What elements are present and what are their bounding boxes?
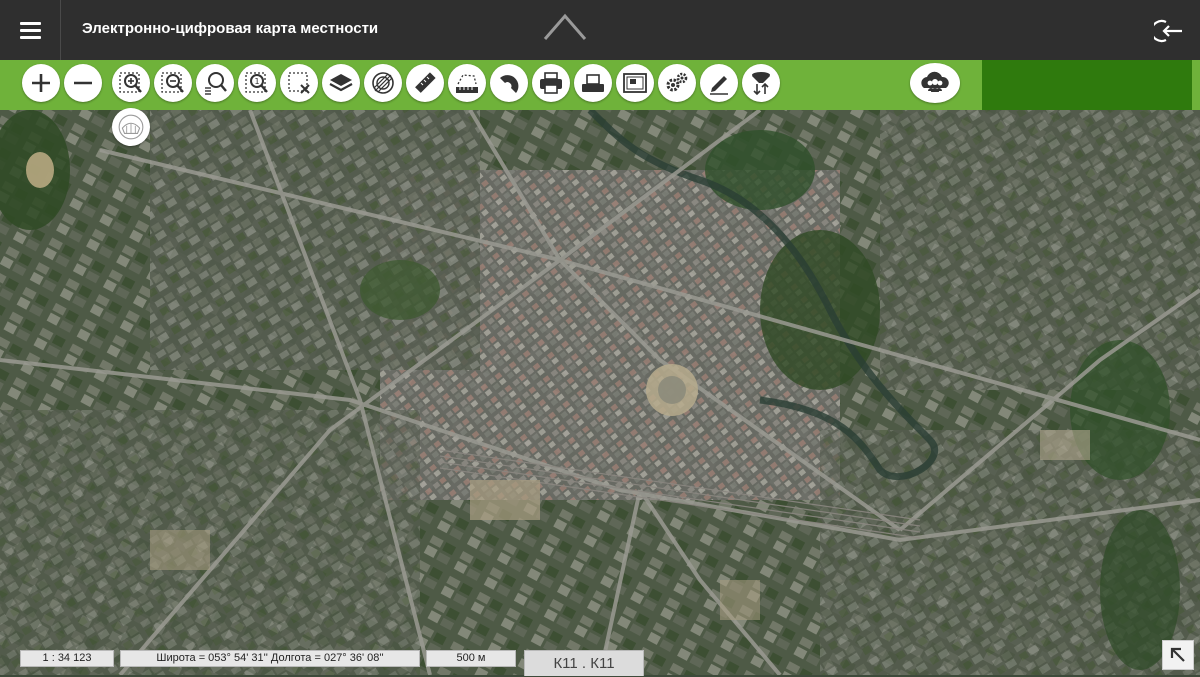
expand-button[interactable]: [1162, 640, 1194, 670]
zoom-extent-icon: 1: [245, 72, 268, 93]
page-title: Электронно-цифровая карта местности: [82, 20, 379, 37]
ruler-icon: [415, 72, 436, 93]
clear-selection-icon: [288, 72, 310, 94]
logout-button[interactable]: [1150, 16, 1184, 46]
print-button[interactable]: [532, 64, 570, 102]
gears-icon: [666, 72, 688, 92]
watermark-layer-icon: [118, 114, 144, 140]
watermark-layer-button[interactable]: [112, 108, 150, 146]
settings-button[interactable]: [658, 64, 696, 102]
measure-angle-button[interactable]: [490, 64, 528, 102]
edit-button[interactable]: [700, 64, 738, 102]
circle-target-icon: [372, 72, 394, 94]
search-list-icon: [205, 72, 227, 95]
plus-icon: [32, 74, 50, 92]
users-cloud-icon: [921, 71, 949, 92]
coordinates-readout: Широта = 053° 54' 31'' Долгота = 027° 36…: [120, 650, 420, 667]
scale-readout: 1 : 34 123: [20, 650, 114, 667]
scale-bar: 500 м: [426, 650, 516, 667]
filter-button[interactable]: [742, 64, 780, 102]
users-cloud-button[interactable]: [910, 63, 960, 103]
map-frame-icon: [623, 73, 647, 93]
zoom-in-button[interactable]: [22, 64, 60, 102]
toolbar-right-panel: [982, 60, 1192, 110]
sheet-label: К11 . К11: [524, 650, 644, 676]
zoom-out-button[interactable]: [64, 64, 102, 102]
measure-length-button[interactable]: [406, 64, 444, 102]
measure-area-button[interactable]: [448, 64, 486, 102]
search-button[interactable]: [196, 64, 234, 102]
arrow-up-left-icon: [1170, 647, 1185, 662]
filter-icon: [752, 72, 770, 96]
layers-button[interactable]: [322, 64, 360, 102]
logout-icon: [1150, 19, 1182, 43]
area-measure-icon: [456, 74, 478, 93]
chevron-up-icon: [543, 13, 587, 40]
zoom-out-area-icon: [161, 72, 184, 93]
layers-icon: [329, 74, 353, 92]
zoom-extent-button[interactable]: 1: [238, 64, 276, 102]
map-imagery: [0, 110, 1200, 675]
pencil-icon: [710, 76, 728, 95]
minus-icon: [74, 81, 92, 85]
zoom-out-area-button[interactable]: [154, 64, 192, 102]
app-header: Электронно-цифровая карта местности: [0, 0, 1200, 60]
print-preview-button[interactable]: [574, 64, 612, 102]
svg-text:1: 1: [254, 77, 259, 86]
clear-selection-button[interactable]: [280, 64, 318, 102]
print-preview-icon: [582, 74, 604, 92]
satellite-map[interactable]: [0, 110, 1200, 675]
zoom-in-area-icon: [119, 72, 142, 93]
hamburger-icon: [0, 0, 60, 60]
printer-icon: [540, 72, 562, 94]
menu-button[interactable]: [0, 0, 61, 60]
zoom-in-area-button[interactable]: [112, 64, 150, 102]
protractor-icon: [500, 75, 519, 93]
map-view-button[interactable]: [616, 64, 654, 102]
collapse-button[interactable]: [542, 8, 588, 44]
map-style-button[interactable]: [364, 64, 402, 102]
